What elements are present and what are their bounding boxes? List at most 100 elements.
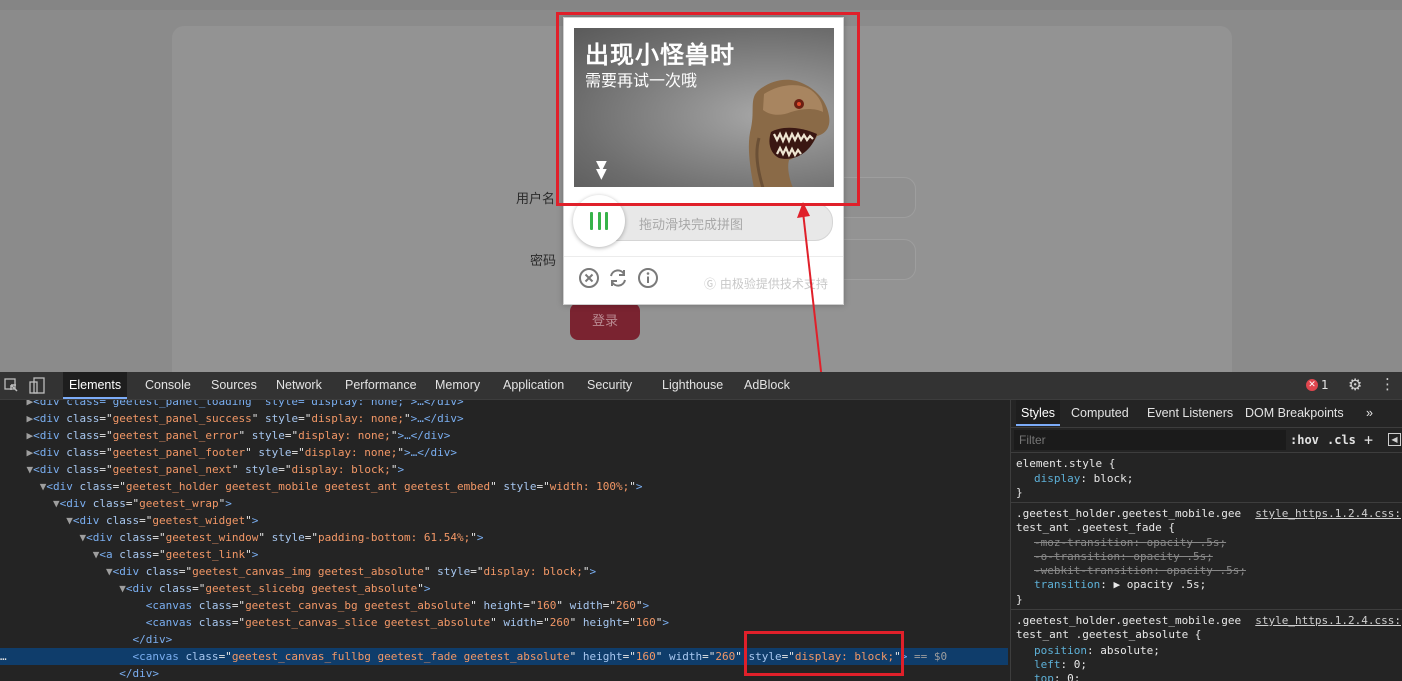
attr-name: class <box>145 565 179 578</box>
hover-state-toggle[interactable]: :hov <box>1290 428 1319 452</box>
tab-security[interactable]: Security <box>581 372 638 399</box>
dom-node-line[interactable]: ▼<div class="geetest_widget"> <box>0 512 1008 529</box>
css-declaration[interactable]: position: absolute; <box>1034 644 1160 658</box>
highlight-box-captcha <box>556 12 860 206</box>
tab-application[interactable]: Application <box>497 372 570 399</box>
dom-node-line[interactable]: ▼<div class="geetest_window" style="padd… <box>0 529 1008 546</box>
error-count[interactable]: 1 <box>1321 372 1329 399</box>
tab-memory[interactable]: Memory <box>429 372 486 399</box>
dom-node-line[interactable]: ▶<div class="geetest_panel_loading" styl… <box>0 400 1008 410</box>
info-icon[interactable] <box>637 267 659 289</box>
attr-value: 160 <box>635 616 656 629</box>
attr-name: style <box>437 565 471 578</box>
css-prop: display <box>1034 472 1081 485</box>
dom-node-line[interactable]: ▼<div class="geetest_wrap"> <box>0 495 1008 512</box>
dom-node-line[interactable]: <canvas class="geetest_canvas_slice geet… <box>0 614 1008 631</box>
expand-triangle-icon[interactable]: ▼ <box>119 582 126 595</box>
styles-tab-styles[interactable]: Styles <box>1016 400 1061 426</box>
expand-triangle-icon[interactable]: ▼ <box>66 514 73 527</box>
attr-name: class <box>105 514 140 527</box>
css-declaration[interactable]: -o-transition: opacity .5s; <box>1034 550 1213 564</box>
styles-tab-event-listeners[interactable]: Event Listeners <box>1142 400 1238 426</box>
attr-eq: =" <box>702 650 716 663</box>
dom-node-line[interactable]: ▼<div class="geetest_slicebg geetest_abs… <box>0 580 1008 597</box>
dom-node-line[interactable]: ▼<div class="geetest_panel_next" style="… <box>0 461 1008 478</box>
more-tabs-icon[interactable]: » <box>1361 400 1378 426</box>
css-colon: : <box>1133 536 1147 549</box>
class-toggle[interactable]: .cls <box>1327 428 1356 452</box>
element-style-decl[interactable]: display: block; <box>1034 472 1133 486</box>
attr-name: class <box>66 429 100 442</box>
css-prop: -webkit-transition <box>1034 564 1154 577</box>
dom-node-line[interactable]: ▶<div class="geetest_panel_error" style=… <box>0 427 1008 444</box>
tab-performance[interactable]: Performance <box>339 372 423 399</box>
login-button[interactable]: 登录 <box>570 303 640 340</box>
geetest-credit[interactable]: Ⓖ 由极验提供技术支持 <box>704 275 828 292</box>
attr-eq: =" <box>152 548 166 561</box>
tab-console[interactable]: Console <box>139 372 197 399</box>
dom-node-line[interactable]: ▼<div class="geetest_canvas_img geetest_… <box>0 563 1008 580</box>
slider-hint: 拖动滑块完成拼图 <box>639 218 744 233</box>
drag-grip-icon <box>590 212 608 230</box>
attr-name: class <box>66 412 100 425</box>
tag-open: <div <box>112 565 140 578</box>
close-icon[interactable] <box>578 267 600 289</box>
device-toolbar-icon[interactable] <box>29 377 46 394</box>
expand-triangle-icon[interactable]: ▼ <box>53 497 60 510</box>
styles-filter-input[interactable] <box>1014 430 1286 450</box>
toggle-sidebar-icon[interactable]: ◀ <box>1388 433 1401 446</box>
error-icon[interactable]: ✕ <box>1306 379 1318 391</box>
expand-triangle-icon[interactable]: ▼ <box>106 565 113 578</box>
tab-sources[interactable]: Sources <box>205 372 263 399</box>
css-declaration[interactable]: top: 0; <box>1034 672 1080 681</box>
tag-open: <div <box>33 429 60 442</box>
css-declaration[interactable]: -moz-transition: opacity .5s; <box>1034 536 1226 550</box>
attr-value: padding-bottom: 61.54%; <box>317 531 471 544</box>
attr-value: display: none; <box>298 429 391 442</box>
css-declaration[interactable]: transition: ▶ opacity .5s; <box>1034 578 1206 592</box>
css-prop: -moz-transition <box>1034 536 1134 549</box>
settings-gear-icon[interactable]: ⚙ <box>1348 375 1362 394</box>
css-value: block; <box>1093 472 1134 485</box>
dom-node-line[interactable]: ▶<div class="geetest_panel_success" styl… <box>0 410 1008 427</box>
attr-quote: " <box>556 599 563 612</box>
inspect-element-icon[interactable] <box>4 378 19 393</box>
add-rule-button[interactable]: + <box>1364 428 1373 452</box>
css-prop: position <box>1034 644 1087 657</box>
rule2-source-link[interactable]: style_https.1.2.4.css: <box>1255 614 1401 628</box>
styles-tab-computed[interactable]: Computed <box>1066 400 1134 426</box>
password-label: 密码 <box>530 254 557 269</box>
refresh-icon[interactable] <box>607 267 629 289</box>
tag-open: <canvas <box>145 616 193 629</box>
dom-node-line[interactable]: ▼<div class="geetest_holder geetest_mobi… <box>0 478 1008 495</box>
more-options-icon[interactable]: ⋮ <box>1380 375 1395 393</box>
tab-lighthouse[interactable]: Lighthouse <box>656 372 729 399</box>
tag-open: <div <box>59 497 87 510</box>
attr-name: class <box>79 480 113 493</box>
tag-close: > <box>476 531 484 544</box>
dom-node-line[interactable]: <canvas class="geetest_canvas_bg geetest… <box>0 597 1008 614</box>
attr-eq: =" <box>291 446 305 459</box>
dom-node-line[interactable]: ▼<a class="geetest_link"> <box>0 546 1008 563</box>
tab-elements[interactable]: Elements <box>63 372 128 399</box>
rule-close-brace: } <box>1016 486 1023 499</box>
css-declaration[interactable]: left: 0; <box>1034 658 1087 672</box>
attr-eq: =" <box>112 480 126 493</box>
tag-open: <a <box>99 548 113 561</box>
css-declaration[interactable]: -webkit-transition: opacity .5s; <box>1034 564 1246 578</box>
styles-tab-dom-breakpoints[interactable]: DOM Breakpoints <box>1240 400 1349 426</box>
rule1-source-link[interactable]: style_https.1.2.4.css: <box>1255 507 1401 521</box>
tag-close: > <box>251 548 259 561</box>
tab-network[interactable]: Network <box>270 372 328 399</box>
attr-quote: " <box>423 565 431 578</box>
tab-adblock[interactable]: AdBlock <box>738 372 796 399</box>
attr-value: geetest_wrap <box>139 497 219 510</box>
tag-open: <div <box>72 514 100 527</box>
dom-node-line[interactable]: ▶<div class="geetest_panel_footer" style… <box>0 444 1008 461</box>
attr-eq: =" <box>99 446 113 459</box>
attr-name: class <box>198 599 232 612</box>
